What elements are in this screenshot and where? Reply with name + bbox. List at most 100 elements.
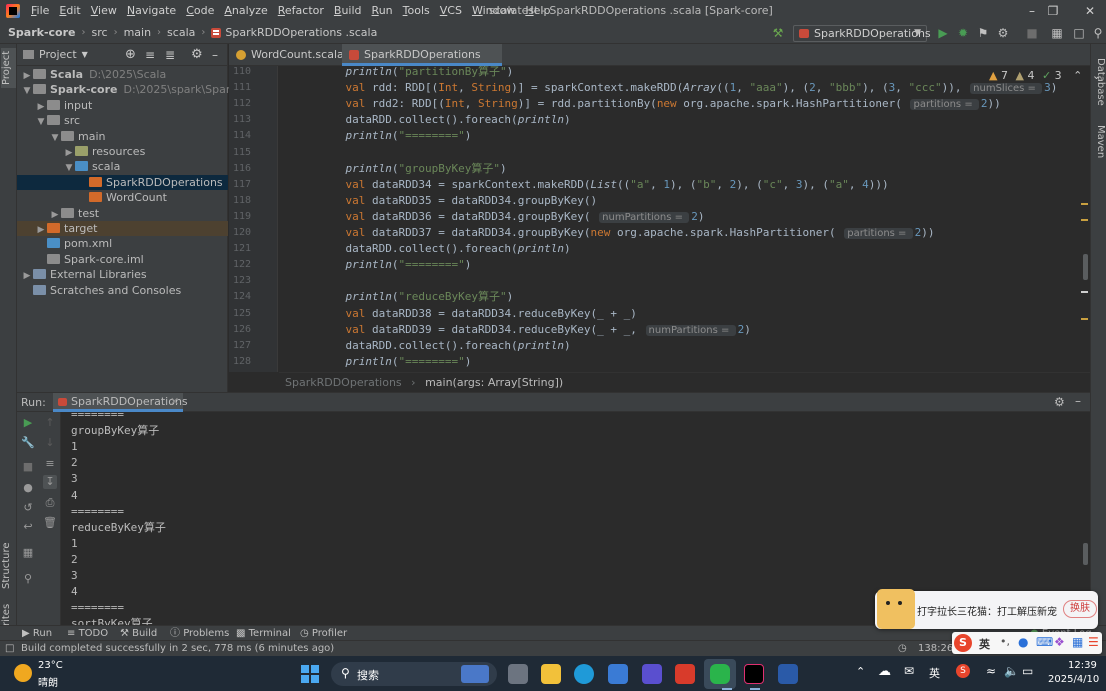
tree-item-spark-core-iml[interactable]: Spark-core.iml [17,252,228,267]
code-line[interactable]: println("========") [319,257,472,273]
breadcrumb-scala[interactable]: scala [167,26,195,39]
ime-toolbar[interactable]: S 英 •, ● ⌨ ❖ ▦ ☰ [952,632,1102,654]
debug-icon[interactable]: ✹ [955,25,971,41]
tree-item-test[interactable]: ▶ test [17,206,228,221]
microsoft-store-icon[interactable] [608,664,628,684]
skin-icon[interactable]: ❖ [1054,635,1065,649]
code-line[interactable]: val dataRDD35 = dataRDD34.groupByKey() [319,193,598,209]
menu-edit[interactable]: Edit [54,0,85,22]
sogou-logo-icon[interactable]: S [954,634,972,652]
menu-refactor[interactable]: Refactor [273,0,329,22]
chevron-down-icon[interactable]: ⌄ [1092,69,1101,82]
warning-marker[interactable] [1081,203,1088,205]
wifi-icon[interactable]: ≈ [986,664,996,678]
terminal-tool-tab[interactable]: ▩ Terminal [236,626,291,641]
ime-language[interactable]: 英 [979,636,990,652]
breadcrumb-main[interactable]: main [124,26,151,39]
code-line[interactable]: println("========") [319,128,472,144]
print-icon[interactable]: ⎙ [43,496,57,510]
code-line[interactable]: val dataRDD37 = dataRDD34.groupByKey(new… [319,225,934,241]
wps-office-icon[interactable] [675,664,695,684]
close-icon[interactable]: ✕ [1075,0,1105,22]
tree-item-scala[interactable]: ▼ scala [17,159,228,174]
code-line[interactable]: println("========") [319,354,472,370]
coverage-icon[interactable]: ⚑ [975,25,991,41]
soft-wrap-icon[interactable]: ≡ [43,457,57,471]
menu-code[interactable]: Code [181,0,219,22]
tree-item-spark-core[interactable]: ▼ Spark-core D:\2025\spark\Spark-core [17,82,265,97]
pin-icon[interactable]: ⚲ [21,572,35,586]
code-line[interactable]: println("groupByKey算子") [319,161,507,177]
hammer-build-icon[interactable]: ⚒ [770,25,786,41]
code-editor[interactable]: println("partitionBy算子") val rdd: RDD[(I… [279,66,1090,372]
tree-item-target[interactable]: ▶ target [17,221,228,236]
hide-panel-icon[interactable]: – [212,48,218,62]
collapse-all-icon[interactable]: ≣ [165,48,175,62]
breadcrumb-project[interactable]: Spark-core [8,26,76,39]
target-locate-icon[interactable]: ⊕ [125,47,136,62]
menu-file[interactable]: File [26,0,54,22]
stop-icon[interactable]: ■ [21,460,35,474]
breadcrumb-file[interactable]: SparkRDDOperations .scala [211,26,377,39]
run-tab[interactable]: SparkRDDOperations ✕ [53,393,188,412]
scroll-to-end-icon[interactable]: ↧ [43,475,57,489]
console-scroll-thumb[interactable] [1083,543,1088,565]
project-tool-tab[interactable]: Project [1,48,16,88]
visual-studio-icon[interactable] [642,664,662,684]
clock-time[interactable]: 12:39 [1068,660,1097,671]
editor-scrollbar[interactable] [1080,66,1088,372]
sun-weather-icon[interactable] [14,664,32,682]
rerun-icon[interactable]: ▶ [21,416,35,430]
caret-position[interactable]: 138:26 [918,641,953,656]
windows-start-icon[interactable] [301,665,319,683]
tree-item-scala[interactable]: ▶ Scala D:\2025\Scala [17,67,228,82]
microphone-icon[interactable]: ● [1018,635,1028,649]
task-view-icon[interactable] [508,664,528,684]
exit-icon[interactable]: ↩ [21,520,35,534]
gear-icon[interactable]: ⚙ [191,47,203,62]
project-structure-icon[interactable]: ▦ [1049,25,1065,41]
tree-item-src[interactable]: ▼ src [17,113,228,128]
code-line[interactable]: dataRDD.collect().foreach(println) [319,112,570,128]
todo-tool-tab[interactable]: ≡ TODO [67,626,108,641]
skin-button[interactable]: 换肤 [1063,600,1097,618]
maven-tool-tab[interactable]: Maven [1093,120,1106,164]
word-icon[interactable] [778,664,798,684]
sogou-tray-icon[interactable]: S [956,664,970,678]
ime-notification-popup[interactable]: 打字拉长三花猫：打工解压新宠 换肤 [875,589,1098,629]
menu-navigate[interactable]: Navigate [122,0,181,22]
menu-vcs[interactable]: VCS [435,0,467,22]
scroll-thumb[interactable] [1083,254,1088,280]
clock-date[interactable]: 2025/4/10 [1048,674,1099,685]
punctuation-icon[interactable]: •, [1000,635,1010,648]
arrow-down-icon[interactable]: ↓ [43,436,57,450]
breadcrumb-method[interactable]: main(args: Array[String]) [425,376,563,389]
warning-marker[interactable] [1081,219,1088,221]
intellij-logo-icon[interactable] [6,4,20,18]
tree-item-input[interactable]: ▶ input [17,98,228,113]
breadcrumb-class[interactable]: SparkRDDOperations [285,376,402,389]
mail-icon[interactable]: ✉ [904,664,914,678]
menu-build[interactable]: Build [329,0,367,22]
tree-item-external-libraries[interactable]: ▶ External Libraries [17,267,228,282]
weather-description[interactable]: 晴朗 [38,674,58,689]
weather-temperature[interactable]: 23°C [38,660,63,671]
profiler-tool-tab[interactable]: ◷ Profiler [300,626,347,641]
arrow-up-icon[interactable]: ↑ [43,416,57,430]
menu-run[interactable]: Run [367,0,398,22]
menu-view[interactable]: View [86,0,122,22]
camera-icon[interactable]: ● [21,481,35,495]
code-line[interactable]: val rdd: RDD[(Int, String)] = sparkConte… [319,80,1057,96]
code-line[interactable]: dataRDD.collect().foreach(println) [319,241,570,257]
run-icon[interactable]: ▶ [935,25,951,41]
chevron-down-icon[interactable]: ▼ [82,50,88,59]
restore-icon[interactable]: ❐ [1038,0,1068,22]
stop-icon[interactable]: ■ [1024,25,1040,41]
keyboard-icon[interactable]: ⌨ [1036,635,1053,649]
trash-icon[interactable]: 🗑 [43,516,57,530]
structure-tool-tab[interactable]: Structure [1,542,16,590]
menu-analyze[interactable]: Analyze [219,0,272,22]
warning-marker[interactable] [1081,318,1088,320]
wrench-icon[interactable]: 🔧 [21,436,35,450]
battery-icon[interactable]: ▭ [1022,664,1033,678]
